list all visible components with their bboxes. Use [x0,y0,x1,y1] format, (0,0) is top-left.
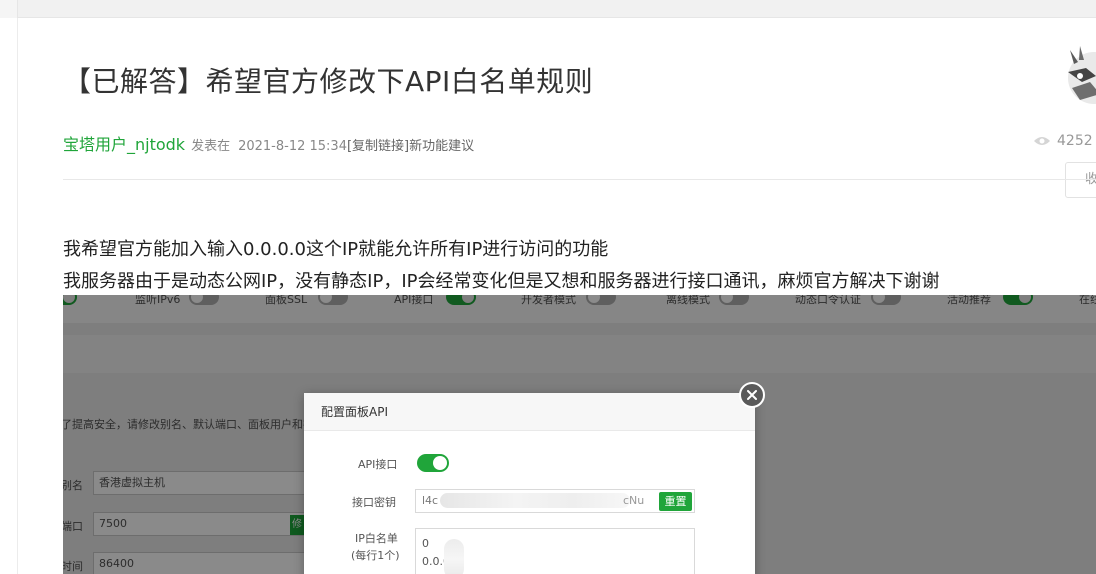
bg-label: 监听IPv6 [135,295,181,306]
body-line-2: 我服务器由于是动态公网IP，没有静态IP，IP会经常变化但是又想和服务器进行接口… [63,271,940,292]
bg-notice: 了提高安全，请修改别名、默认端口、面板用户和密 [63,418,314,431]
api-key-field[interactable]: l4c cNu [415,489,695,513]
key-blur [440,493,630,508]
eye-icon [1034,137,1050,145]
bg-field-label: 端口 [63,520,83,533]
copy-link[interactable]: [复制链接] [347,135,409,154]
bg-toggle [586,295,616,305]
view-count: 4252 [1033,133,1093,149]
modal-title: 配置面板API [304,393,755,431]
key-suffix: cNu [623,494,645,507]
author-link[interactable]: 宝塔用户_njtodk [63,131,185,155]
screenshot-band [63,335,1096,373]
bg-label: 活动推荐 [947,295,991,306]
reset-key-button[interactable]: 重置 [659,492,692,511]
bg-field: 7500 [93,512,305,536]
body-line-1: 我希望官方能加入输入0.0.0.0这个IP就能允许所有IP进行访问的功能 [63,239,609,260]
bg-field: 86400 [93,552,305,574]
close-icon [747,390,757,400]
embedded-screenshot: 监听IPv6 面板SSL API接口 开发者模式 离线模式 动态口令认证 活动推… [63,295,1096,574]
collect-button[interactable]: 收 [1065,162,1096,198]
divider [63,179,1096,180]
bg-field-label: 时间 [63,560,83,573]
modal-close-button[interactable] [739,382,765,408]
bg-label: 离线模式 [666,295,710,306]
posted-label: 发表在 [191,139,231,154]
card-border [17,18,18,574]
bg-field-button: 修 [290,515,304,535]
bg-toggle [318,295,348,305]
bg-field: 香港虚拟主机 [93,471,305,495]
bg-toggle [871,295,901,305]
ip-whitelist-textarea[interactable]: 0 0.0.0 [415,528,695,574]
bg-toggle [1003,295,1033,305]
bg-toggle [719,295,749,305]
api-label: API接口 [358,458,398,471]
screenshot-strip [63,323,1096,335]
bg-toggle [189,295,219,305]
bg-toggle [446,295,476,305]
post-meta: 宝塔用户_njtodk 发表在 2021-8-12 15:34 [复制链接] 新… [63,131,474,155]
post-datetime: 2021-8-12 15:34 [238,139,347,154]
bg-label: API接口 [394,295,434,306]
whitelist-label: IP白名单 [355,532,398,545]
key-label: 接口密钥 [352,496,396,509]
whitelist-blur [444,539,464,574]
category-link[interactable]: 新功能建议 [409,135,474,154]
bg-label: 面板SSL [265,295,308,306]
api-config-modal: 配置面板API API接口 接口密钥 l4c cNu 重置 IP白名单 (每行1… [304,393,755,574]
api-toggle[interactable] [417,454,449,472]
bg-label: 在线 [1079,295,1096,306]
post-title: 【已解答】希望官方修改下API白名单规则 [63,65,594,98]
view-count-value: 4252 [1057,133,1093,149]
bg-field-label: 别名 [63,479,83,492]
key-prefix: l4c [422,494,439,507]
bg-label: 动态口令认证 [795,295,861,306]
top-card-edge [17,0,1096,18]
whitelist-sub-label: (每行1个) [351,549,400,562]
bg-label: 开发者模式 [521,295,576,306]
avatar[interactable] [1060,42,1096,104]
